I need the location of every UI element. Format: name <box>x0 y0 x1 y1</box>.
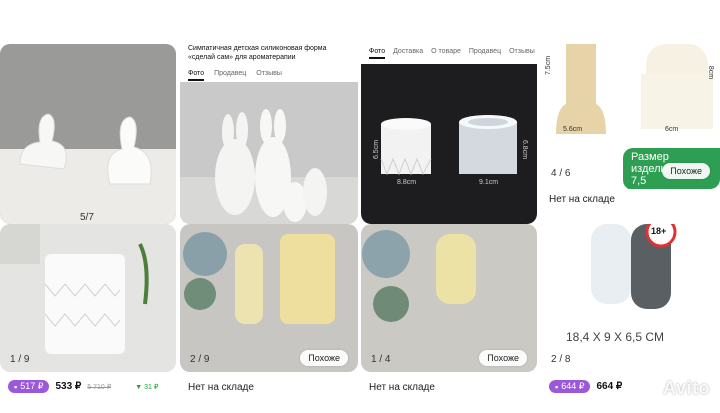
photo-counter-total: 6 <box>564 168 571 179</box>
product-card[interactable]: 1 / 9 ▪ 517 ₽ 533 ₽ 5 710 ₽ ▼ 31 ₽ <box>0 224 176 413</box>
photo-counter-current: 1 <box>10 354 16 365</box>
product-tabs: Фото Доставка О товаре Продавец Отзывы <box>369 48 535 59</box>
product-tabs: Фото Продавец Отзывы <box>188 70 282 81</box>
product-image[interactable]: 7.5cm 8cm 5.6cm 6cm Размер изделия 7,5 4… <box>541 44 720 189</box>
dimension-label: 6.8cm <box>521 139 529 160</box>
tab-reviews[interactable]: Отзывы <box>256 70 282 81</box>
product-card[interactable]: 18+ 18,4 X 9 X 6,5 CM 2 / 8 ▪ 644 ₽ 664 ₽… <box>541 224 720 413</box>
tab-delivery[interactable]: Доставка <box>393 48 423 59</box>
photo-counter-total: 9 <box>23 354 30 365</box>
bonus-value: 31 ₽ <box>144 383 159 391</box>
photo-counter-current: 2 <box>551 354 557 365</box>
product-image[interactable] <box>0 44 176 224</box>
product-image[interactable]: 1 / 9 <box>0 224 176 372</box>
photo-counter: 1 / 9 <box>10 354 30 365</box>
product-card[interactable]: 2 / 9 Похоже Нет на складе <box>180 224 358 413</box>
photo-counter-current: 4 <box>551 168 557 179</box>
dimension-label: 7.5cm <box>545 55 553 76</box>
similar-button[interactable]: Похоже <box>662 163 710 179</box>
tab-seller[interactable]: Продавец <box>469 48 501 59</box>
dimension-label: 8cm <box>707 65 715 80</box>
tab-about[interactable]: О товаре <box>431 48 461 59</box>
product-image[interactable]: 6.5cm 8.8cm 9.1cm 6.8cm <box>361 64 537 224</box>
product-card[interactable]: 7.5cm 8cm 5.6cm 6cm Размер изделия 7,5 4… <box>541 44 720 224</box>
product-image[interactable]: 18+ 18,4 X 9 X 6,5 CM 2 / 8 <box>541 224 720 372</box>
old-price: 5 710 ₽ <box>87 383 112 391</box>
tab-seller[interactable]: Продавец <box>214 70 246 81</box>
bonus: ▼ 31 ₽ <box>135 383 158 391</box>
wallet-price-pill[interactable]: ▪ 517 ₽ <box>8 380 50 393</box>
product-card[interactable]: Симпатичная детская силиконовая форма «с… <box>180 44 358 224</box>
product-card[interactable]: Фото Доставка О товаре Продавец Отзывы 6… <box>361 44 537 224</box>
tab-reviews[interactable]: Отзывы <box>509 48 535 59</box>
photo-counter: 2 / 9 <box>190 354 210 365</box>
wallet-price: 644 ₽ <box>561 381 585 391</box>
dimension-label: 9.1cm <box>479 179 499 186</box>
photo-counter: 1 / 4 <box>371 354 391 365</box>
similar-button[interactable]: Похоже <box>300 350 348 366</box>
cylinder-molds-photo <box>361 64 537 224</box>
dimension-label: 8.8cm <box>397 179 417 186</box>
stock-status: Нет на складе <box>188 382 254 393</box>
stock-status: Нет на складе <box>369 382 435 393</box>
price: 664 ₽ <box>596 381 623 392</box>
avito-watermark: Avito <box>663 378 710 398</box>
photo-counter: 2 / 8 <box>551 354 571 365</box>
photo-counter-total: 9 <box>203 354 210 365</box>
price: 533 ₽ <box>55 381 82 392</box>
photo-counter: 4 / 6 <box>551 168 571 179</box>
dimension-label: 6cm <box>665 126 679 133</box>
wallet-icon: ▪ <box>14 381 18 392</box>
wallet-icon: ▪ <box>555 381 559 392</box>
wallet-price: 517 ₽ <box>20 381 44 391</box>
photo-counter-total: 4 <box>384 354 391 365</box>
product-image[interactable]: 2 / 9 Похоже <box>180 224 358 372</box>
wallet-price-pill[interactable]: ▪ 644 ₽ <box>549 380 591 393</box>
similar-button[interactable]: Похоже <box>479 350 527 366</box>
dimension-label: 6.5cm <box>373 139 381 160</box>
stock-status: Нет на складе <box>549 194 615 205</box>
product-grid: 5/7 Симпатичная детская силиконовая форм… <box>0 0 720 413</box>
product-title: Симпатичная детская силиконовая форма «с… <box>188 45 327 61</box>
photo-counter: 5/7 <box>80 212 94 223</box>
size-text: 18,4 X 9 X 6,5 CM <box>566 330 665 344</box>
dimension-label: 5.6cm <box>563 126 583 133</box>
bonus-arrow-icon: ▼ <box>135 383 143 391</box>
geometric-candle-photo <box>0 224 176 372</box>
photo-counter-total: 8 <box>564 354 571 365</box>
product-image[interactable] <box>180 82 358 224</box>
silicone-mold-photo <box>541 224 720 372</box>
product-card[interactable]: 5/7 <box>0 44 176 224</box>
product-image[interactable]: 1 / 4 Похоже <box>361 224 537 372</box>
tab-photo[interactable]: Фото <box>369 48 386 59</box>
product-card[interactable]: 1 / 4 Похоже Нет на складе <box>361 224 537 413</box>
bunny-molds-photo <box>180 82 358 224</box>
bunny-molds-photo <box>0 44 176 224</box>
photo-counter-current: 1 <box>371 354 377 365</box>
tab-photo[interactable]: Фото <box>188 70 205 81</box>
photo-counter-current: 2 <box>190 354 196 365</box>
age-badge: 18+ <box>651 226 667 236</box>
price-line: ▪ 644 ₽ 664 ₽ <box>549 380 622 393</box>
price-line: ▪ 517 ₽ 533 ₽ 5 710 ₽ ▼ 31 ₽ <box>8 380 158 393</box>
